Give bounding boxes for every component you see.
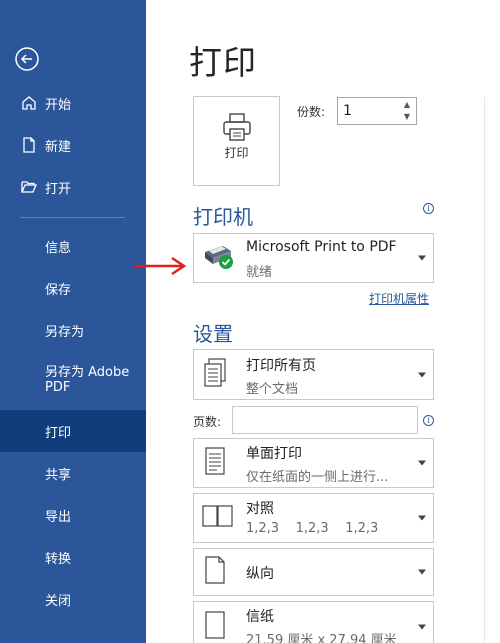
chevron-down-icon (418, 515, 426, 521)
sidebar-item-save[interactable]: 保存 (0, 267, 146, 309)
sidebar-item-print[interactable]: 打印 (0, 410, 146, 452)
sides-title: 单面打印 (246, 446, 302, 462)
sidebar-item-label: 另存为 (45, 324, 85, 340)
sidebar-item-label: 打印 (45, 425, 72, 441)
orientation-title: 纵向 (246, 566, 274, 582)
printer-properties-link[interactable]: 打印机属性 (369, 290, 429, 307)
collated-icon (202, 504, 234, 532)
sidebar-item-label: 打开 (45, 181, 72, 197)
copies-stepper[interactable]: ▲ ▼ (337, 97, 417, 125)
print-range-title: 打印所有页 (246, 358, 316, 374)
printer-ready-icon (202, 242, 236, 274)
collation-subtitle: 1,2,3 1,2,3 1,2,3 (246, 521, 379, 536)
chevron-down-icon (418, 624, 426, 630)
sidebar-item-close[interactable]: 关闭 (0, 578, 146, 620)
pages-icon (202, 357, 228, 393)
sidebar-item-label: 导出 (45, 509, 72, 525)
printer-dropdown[interactable]: Microsoft Print to PDF 就绪 (193, 233, 434, 283)
backstage-sidebar: 开始 新建 打开 信息 保存 另存为 另存为 Adobe PDF 打印 共享 导… (0, 0, 146, 643)
chevron-down-icon (418, 372, 426, 377)
collation-title: 对照 (246, 501, 274, 517)
chevron-down-icon (418, 255, 426, 261)
sidebar-item-export[interactable]: 导出 (0, 494, 146, 536)
print-button-label: 打印 (224, 146, 249, 160)
sidebar-item-save-as-adobe-pdf[interactable]: 另存为 Adobe PDF (0, 357, 146, 403)
sidebar-item-label: 另存为 Adobe PDF (45, 365, 130, 395)
home-icon (20, 94, 38, 112)
portrait-icon (202, 554, 228, 590)
sidebar-item-label: 共享 (45, 467, 72, 483)
printer-name: Microsoft Print to PDF (246, 239, 397, 255)
paper-size-dropdown[interactable]: 信纸 21.59 厘米 x 27.94 厘米 (193, 601, 434, 643)
sidebar-item-label: 开始 (45, 97, 72, 113)
collation-dropdown[interactable]: 对照 1,2,3 1,2,3 1,2,3 (193, 493, 434, 543)
sidebar-item-save-as[interactable]: 另存为 (0, 309, 146, 351)
settings-section-title: 设置 (193, 322, 233, 346)
print-range-subtitle: 整个文档 (246, 382, 299, 397)
printer-status: 就绪 (246, 265, 273, 280)
sidebar-item-label: 保存 (45, 282, 72, 298)
sidebar-item-label: 转换 (45, 551, 72, 567)
back-arrow-icon[interactable] (13, 45, 41, 73)
info-icon[interactable]: i (423, 203, 434, 214)
printer-icon (223, 113, 251, 141)
sidebar-item-home[interactable]: 开始 (0, 82, 146, 124)
copies-input[interactable] (343, 102, 398, 120)
pages-label: 页数: (193, 415, 222, 429)
paper-size-title: 信纸 (246, 609, 274, 625)
sidebar-item-label: 新建 (45, 139, 72, 155)
sidebar-item-info[interactable]: 信息 (0, 225, 146, 267)
chevron-down-icon (418, 569, 426, 575)
sides-dropdown[interactable]: 单面打印 仅在纸面的一侧上进行... (193, 438, 434, 488)
sidebar-item-convert[interactable]: 转换 (0, 536, 146, 578)
print-button[interactable]: 打印 (193, 96, 280, 186)
preview-pane-divider (484, 97, 485, 643)
orientation-dropdown[interactable]: 纵向 (193, 548, 434, 596)
pages-input[interactable] (232, 406, 418, 434)
folder-open-icon (20, 178, 38, 196)
sidebar-item-share[interactable]: 共享 (0, 452, 146, 494)
info-icon[interactable]: i (423, 415, 434, 426)
paper-size-subtitle: 21.59 厘米 x 27.94 厘米 (246, 633, 397, 643)
sides-subtitle: 仅在纸面的一侧上进行... (246, 470, 389, 485)
red-arrow-annotation (132, 255, 188, 281)
paper-size-icon (202, 609, 228, 643)
chevron-down-icon[interactable]: ▼ (402, 112, 412, 122)
page-title: 打印 (189, 43, 257, 82)
chevron-down-icon (418, 460, 426, 466)
chevron-up-icon[interactable]: ▲ (402, 100, 412, 110)
sidebar-item-open[interactable]: 打开 (0, 166, 146, 208)
sidebar-item-label: 信息 (45, 240, 72, 256)
copies-label: 份数: (297, 105, 326, 119)
sidebar-item-new[interactable]: 新建 (0, 124, 146, 166)
new-document-icon (20, 136, 38, 154)
one-sided-icon (202, 445, 228, 481)
printer-section-title: 打印机 (193, 205, 253, 229)
print-range-dropdown[interactable]: 打印所有页 整个文档 (193, 349, 434, 400)
sidebar-divider (20, 217, 125, 218)
sidebar-item-label: 关闭 (45, 593, 72, 609)
